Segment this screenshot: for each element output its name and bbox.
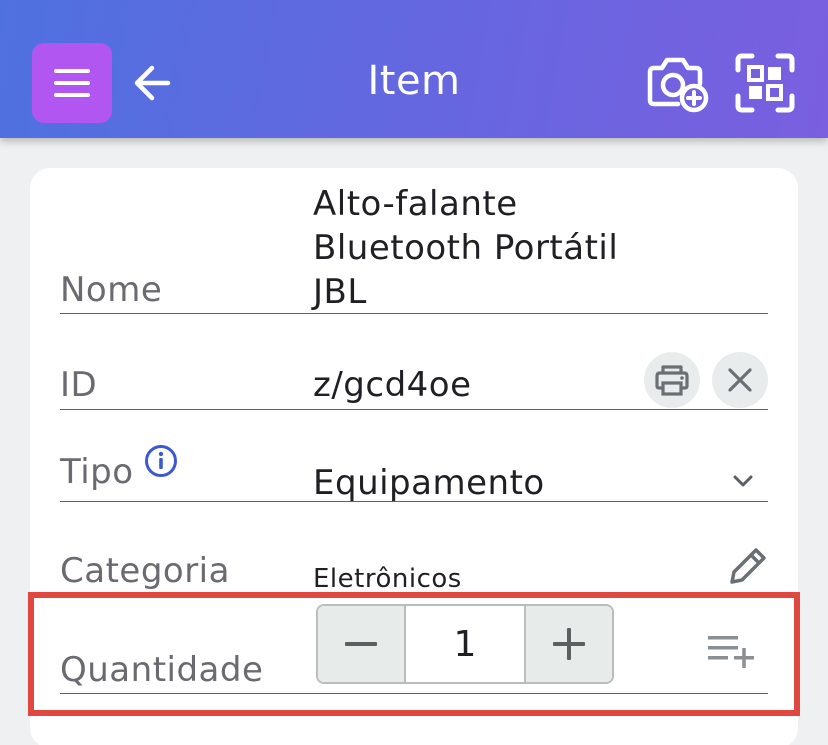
id-underline (60, 409, 768, 410)
info-icon[interactable] (144, 444, 178, 478)
name-value-line: Bluetooth Portátil (313, 228, 619, 268)
name-underline (60, 313, 768, 314)
app-header: Item (0, 0, 828, 138)
print-button[interactable] (644, 352, 700, 408)
name-value-line: JBL (313, 272, 367, 312)
type-label: Tipo (60, 452, 134, 492)
clear-id-button[interactable] (712, 352, 768, 408)
id-label: ID (60, 365, 98, 405)
category-label: Categoria (60, 551, 230, 591)
id-row: ID z/gcd4oe (60, 316, 768, 412)
name-label: Nome (60, 270, 163, 310)
name-field[interactable]: Alto-falante Bluetooth Portátil JBL (313, 182, 673, 314)
pencil-icon[interactable] (724, 544, 770, 590)
type-row: Tipo Equipamento (60, 412, 768, 503)
type-select[interactable]: Equipamento (313, 463, 545, 503)
scan-button[interactable] (734, 52, 796, 114)
qr-scan-icon (735, 53, 795, 113)
category-value: Eletrônicos (313, 564, 462, 594)
quantity-highlight-box (28, 592, 800, 716)
name-row: Nome Alto-falante Bluetooth Portátil JBL (60, 168, 768, 316)
chevron-down-icon[interactable] (732, 474, 754, 488)
close-icon (728, 368, 752, 392)
add-photo-button[interactable] (642, 52, 710, 114)
camera-add-icon (647, 57, 709, 113)
printer-icon (655, 365, 689, 396)
id-field[interactable]: z/gcd4oe (313, 365, 472, 405)
category-row: Categoria Eletrônicos (60, 502, 770, 594)
name-value-line: Alto-falante (313, 184, 518, 224)
